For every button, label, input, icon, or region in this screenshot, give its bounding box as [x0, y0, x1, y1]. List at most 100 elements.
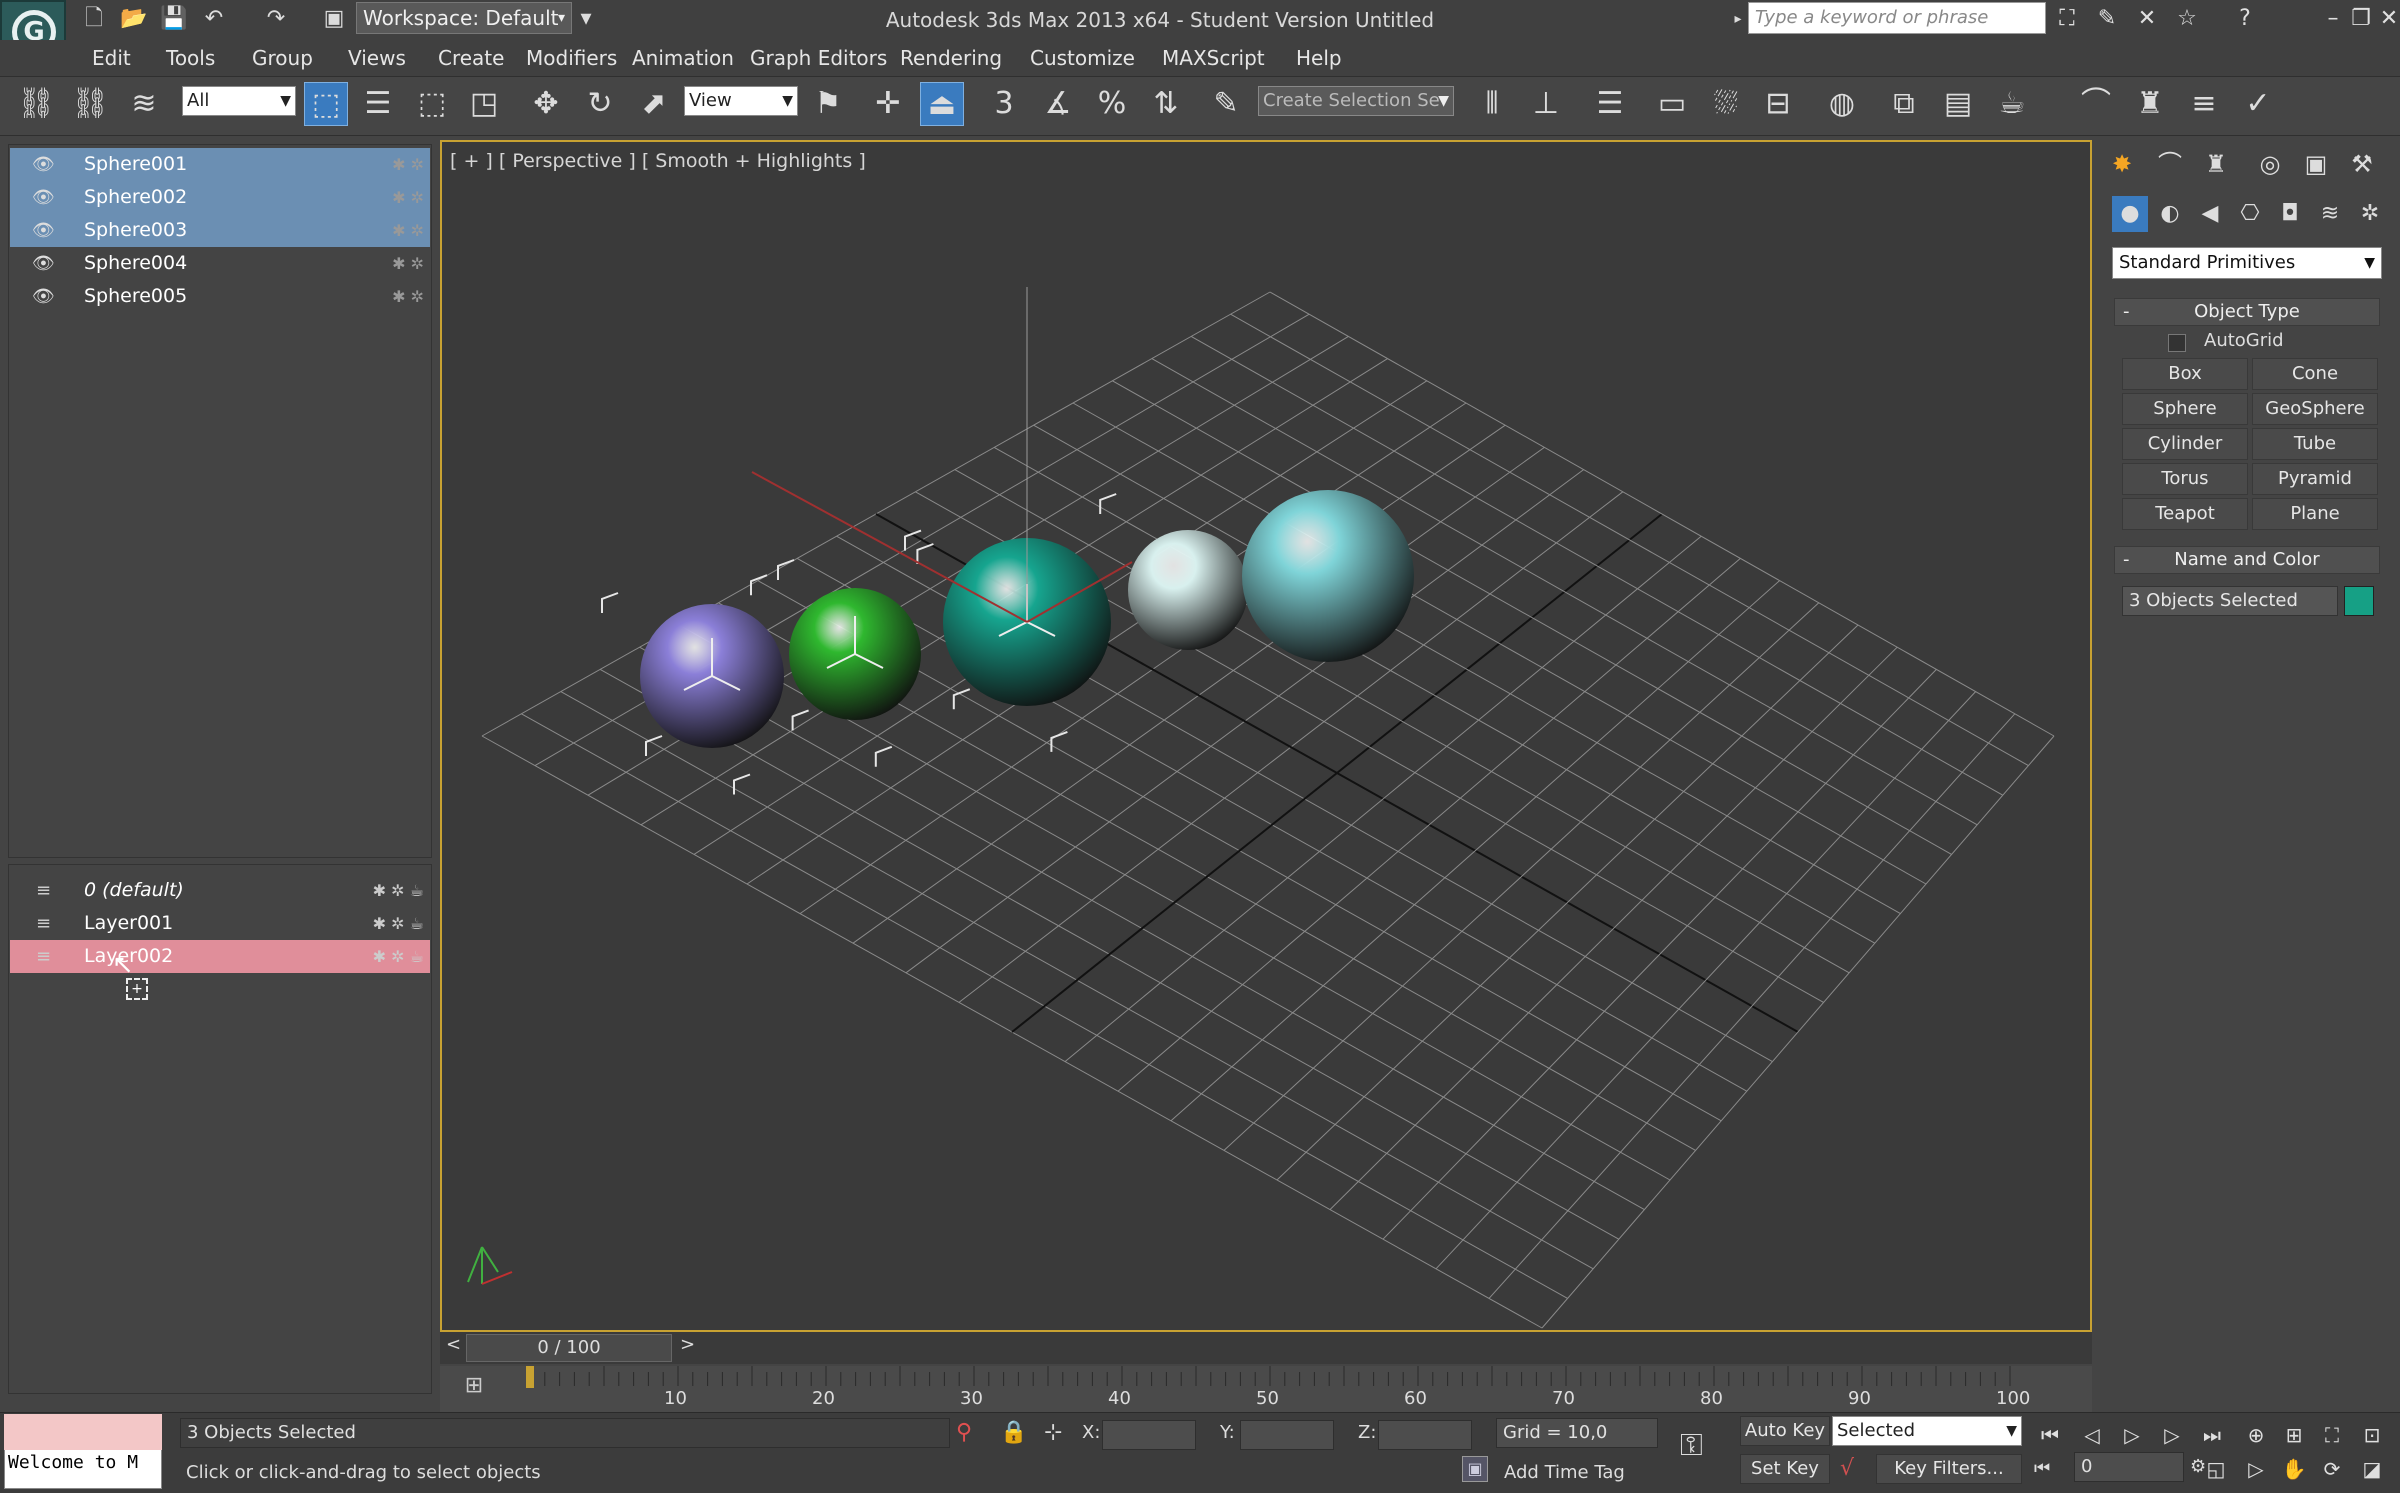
layer-manager-icon[interactable]: ☰: [1588, 82, 1632, 126]
menu-animation[interactable]: Animation: [632, 44, 734, 72]
unlink-icon[interactable]: ⛓: [68, 82, 112, 126]
autogrid-checkbox[interactable]: [2168, 334, 2186, 352]
render-production-icon[interactable]: ☕: [1990, 82, 2034, 126]
layers-tool-icon[interactable]: ≡: [2182, 82, 2226, 126]
open-file-icon[interactable]: 📂: [120, 5, 148, 33]
play-icon[interactable]: ▷: [2116, 1420, 2148, 1450]
auto-key-button[interactable]: Auto Key: [1740, 1416, 1830, 1446]
primitive-category-dropdown[interactable]: Standard Primitives ▼: [2112, 247, 2382, 279]
primitive-button-geosphere[interactable]: GeoSphere: [2252, 393, 2378, 425]
project-folder-icon[interactable]: ▣: [320, 5, 348, 33]
object-name-field[interactable]: 3 Objects Selected: [2122, 586, 2338, 616]
name-and-color-rollout[interactable]: - Name and Color: [2114, 546, 2380, 574]
absolute-mode-icon[interactable]: ⊹: [1044, 1420, 1062, 1445]
undo-icon[interactable]: ↶: [200, 5, 228, 33]
rectangular-region-icon[interactable]: ⬚: [410, 82, 454, 126]
visibility-icon[interactable]: 👁: [32, 181, 55, 214]
layer-flags-icon[interactable]: ✱ ✲ ☕: [373, 874, 424, 907]
new-file-icon[interactable]: 🗋: [80, 5, 108, 33]
redo-icon[interactable]: ↷: [262, 5, 290, 33]
scene-object-row[interactable]: 👁 Sphere001 ✱ ✲: [10, 148, 430, 181]
selection-filter-dropdown[interactable]: All ▼: [182, 86, 296, 116]
menu-help[interactable]: Help: [1296, 44, 1342, 72]
isolate-selection-icon[interactable]: ⚲: [956, 1420, 972, 1445]
primitive-button-sphere[interactable]: Sphere: [2122, 393, 2248, 425]
primitive-button-plane[interactable]: Plane: [2252, 498, 2378, 530]
bind-space-warp-icon[interactable]: ≋: [122, 82, 166, 126]
favorites-icon[interactable]: ☆: [2172, 4, 2202, 34]
rendered-frame-window-icon[interactable]: ▤: [1936, 82, 1980, 126]
window-crossing-icon[interactable]: ◳: [462, 82, 506, 126]
freeze-icon[interactable]: ✱ ✲: [392, 214, 424, 247]
field-of-view-icon[interactable]: ◱: [2200, 1454, 2232, 1484]
reference-coordinate-dropdown[interactable]: View ▼: [684, 86, 798, 116]
hierarchy-tool-icon[interactable]: ♜: [2128, 82, 2172, 126]
spinner-snap-icon[interactable]: ⇅: [1144, 82, 1188, 126]
primitive-button-cylinder[interactable]: Cylinder: [2122, 428, 2248, 460]
selection-lock-icon[interactable]: 🔒: [1000, 1420, 1027, 1445]
help-icon[interactable]: ?: [2230, 4, 2260, 34]
layer-flags-icon[interactable]: ✱ ✲ ☕: [373, 940, 424, 973]
primitive-button-tube[interactable]: Tube: [2252, 428, 2378, 460]
manipulate-icon[interactable]: ✛: [866, 82, 910, 126]
previous-frame-icon[interactable]: ◁: [2076, 1420, 2108, 1450]
render-setup-icon[interactable]: ⧉: [1882, 82, 1926, 126]
geometry-icon[interactable]: ●: [2112, 196, 2148, 232]
save-file-icon[interactable]: 💾: [160, 5, 188, 33]
graphite-ribbon-icon[interactable]: ▭: [1650, 82, 1694, 126]
maxscript-input[interactable]: [4, 1414, 162, 1450]
z-coordinate-field[interactable]: [1378, 1420, 1472, 1450]
layer-row[interactable]: ≡ Layer001 ✱ ✲ ☕: [10, 907, 430, 940]
subscription-icon[interactable]: ✎: [2092, 4, 2122, 34]
zoom-extents-all-icon[interactable]: ⊡: [2356, 1420, 2388, 1450]
freeze-icon[interactable]: ✱ ✲: [392, 148, 424, 181]
close-icon[interactable]: ✕: [2374, 4, 2400, 34]
restore-icon[interactable]: ❐: [2346, 4, 2376, 34]
scene-object-row[interactable]: 👁 Sphere004 ✱ ✲: [10, 247, 430, 280]
menu-edit[interactable]: Edit: [92, 44, 131, 72]
angle-snap-icon[interactable]: ∡: [1036, 82, 1080, 126]
percent-snap-icon[interactable]: %: [1090, 82, 1134, 126]
key-mode-dropdown[interactable]: Selected ▼: [1832, 1416, 2022, 1446]
scene-object-row[interactable]: 👁 Sphere002 ✱ ✲: [10, 181, 430, 214]
scene-object-row[interactable]: 👁 Sphere005 ✱ ✲: [10, 280, 430, 313]
dolly-icon[interactable]: ▷: [2240, 1454, 2272, 1484]
quick-access-more-icon[interactable]: ▾: [572, 5, 600, 33]
primitive-button-teapot[interactable]: Teapot: [2122, 498, 2248, 530]
schematic-view-icon[interactable]: ⊟: [1756, 82, 1800, 126]
cameras-icon[interactable]: ⎔: [2232, 196, 2268, 232]
prev-frame-icon[interactable]: <: [446, 1334, 461, 1355]
visibility-icon[interactable]: 👁: [32, 280, 55, 313]
maximize-viewport-icon[interactable]: ◪: [2356, 1454, 2388, 1484]
freeze-icon[interactable]: ✱ ✲: [392, 247, 424, 280]
select-and-move-icon[interactable]: ✥: [524, 82, 568, 126]
communication-icon[interactable]: ✕: [2132, 4, 2162, 34]
menu-group[interactable]: Group: [252, 44, 313, 72]
snaps-toggle-icon[interactable]: 3: [982, 82, 1026, 126]
layer-row[interactable]: ≡ Layer002 ✱ ✲ ☕: [10, 940, 430, 973]
zoom-icon[interactable]: ⊕: [2240, 1420, 2272, 1450]
select-by-name-icon[interactable]: ☰: [356, 82, 400, 126]
menu-modifiers[interactable]: Modifiers: [526, 44, 617, 72]
curve-tool-icon[interactable]: ⌒: [2074, 82, 2118, 126]
menu-maxscript[interactable]: MAXScript: [1162, 44, 1265, 72]
mini-curve-editor-icon[interactable]: ⊞: [456, 1368, 492, 1404]
lights-icon[interactable]: ◀: [2192, 196, 2228, 232]
named-selection-set-dropdown[interactable]: Create Selection Se ▼: [1258, 86, 1454, 116]
select-and-scale-icon[interactable]: ⬈: [632, 82, 676, 126]
primitive-button-cone[interactable]: Cone: [2252, 358, 2378, 390]
visibility-icon[interactable]: 👁: [32, 247, 55, 280]
x-coordinate-field[interactable]: [1102, 1420, 1196, 1450]
menu-views[interactable]: Views: [348, 44, 406, 72]
current-frame-field[interactable]: 0: [2074, 1452, 2184, 1482]
default-tangents-icon[interactable]: √: [1840, 1456, 1854, 1481]
create-tab-icon[interactable]: ✸: [2104, 146, 2140, 182]
layer-flags-icon[interactable]: ✱ ✲ ☕: [373, 907, 424, 940]
workspace-dropdown[interactable]: Workspace: Default ▾: [356, 2, 572, 34]
keyboard-shortcut-override-icon[interactable]: ⏏: [920, 82, 964, 126]
menu-rendering[interactable]: Rendering: [900, 44, 1002, 72]
spelling-tool-icon[interactable]: ✓: [2236, 82, 2280, 126]
hierarchy-tab-icon[interactable]: ♜: [2198, 146, 2234, 182]
visibility-icon[interactable]: 👁: [32, 148, 55, 181]
viewport-label[interactable]: [ + ] [ Perspective ] [ Smooth + Highlig…: [450, 150, 866, 172]
